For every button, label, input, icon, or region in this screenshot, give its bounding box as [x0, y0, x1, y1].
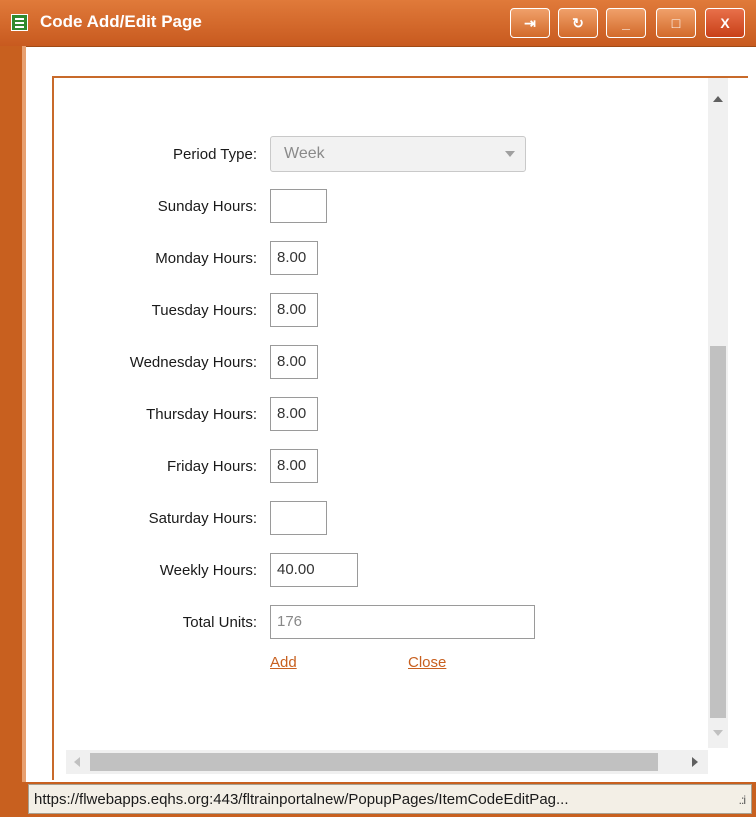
refresh-button[interactable]: ↻ [558, 8, 598, 38]
status-bar: https://flwebapps.eqhs.org:443/fltrainpo… [0, 782, 756, 817]
refresh-icon: ↻ [572, 15, 584, 31]
weekly-hours-label: Weekly Hours: [159, 562, 257, 579]
pin-button[interactable]: ⇥ [510, 8, 550, 38]
friday-hours-label: Friday Hours: [166, 458, 257, 475]
horizontal-scrollbar[interactable] [66, 750, 708, 774]
add-link[interactable]: Add [270, 654, 297, 671]
content-frame [52, 76, 748, 780]
window-border-left [0, 46, 26, 782]
status-url: https://flwebapps.eqhs.org:443/fltrainpo… [34, 791, 569, 808]
scroll-up-icon[interactable] [713, 96, 723, 102]
popup-window: Code Add/Edit Page ⇥ ↻ _ □ X Period Type… [0, 0, 756, 817]
scroll-down-icon[interactable] [713, 730, 723, 736]
total-units-label: Total Units: [182, 614, 257, 631]
close-window-button[interactable]: X [705, 8, 745, 38]
period-type-value: Week [284, 145, 325, 162]
weekly-hours-input[interactable]: 40.00 [270, 553, 358, 587]
scroll-left-icon[interactable] [74, 757, 80, 767]
scroll-right-icon[interactable] [692, 757, 698, 767]
vertical-scrollbar[interactable] [708, 78, 728, 748]
status-bar-panel: https://flwebapps.eqhs.org:443/fltrainpo… [28, 784, 752, 814]
monday-hours-input[interactable]: 8.00 [270, 241, 318, 275]
total-units-input[interactable]: 176 [270, 605, 535, 639]
close-link[interactable]: Close [408, 654, 446, 671]
wednesday-hours-label: Wednesday Hours: [129, 354, 257, 371]
thursday-hours-label: Thursday Hours: [146, 406, 257, 423]
monday-hours-label: Monday Hours: [155, 250, 257, 267]
pin-icon: ⇥ [524, 15, 536, 31]
saturday-hours-input[interactable] [270, 501, 327, 535]
maximize-button[interactable]: □ [656, 8, 696, 38]
window-title: Code Add/Edit Page [40, 12, 202, 31]
thursday-hours-input[interactable]: 8.00 [270, 397, 318, 431]
maximize-icon: □ [671, 15, 681, 31]
title-bar[interactable]: Code Add/Edit Page ⇥ ↻ _ □ X [0, 0, 756, 47]
friday-hours-input[interactable]: 8.00 [270, 449, 318, 483]
tuesday-hours-label: Tuesday Hours: [151, 302, 257, 319]
resize-grip-icon[interactable]: .:i [739, 793, 746, 807]
period-type-select[interactable]: Week [270, 136, 526, 172]
saturday-hours-label: Saturday Hours: [148, 510, 257, 527]
horizontal-scroll-thumb[interactable] [90, 753, 658, 771]
sunday-hours-input[interactable] [270, 189, 327, 223]
chevron-down-icon [505, 151, 515, 157]
wednesday-hours-input[interactable]: 8.00 [270, 345, 318, 379]
minimize-button[interactable]: _ [606, 8, 646, 38]
page-icon [11, 14, 28, 31]
minimize-icon: _ [622, 15, 630, 31]
tuesday-hours-input[interactable]: 8.00 [270, 293, 318, 327]
vertical-scroll-thumb[interactable] [710, 346, 726, 718]
close-icon: X [720, 15, 730, 31]
period-type-label: Period Type: [173, 146, 257, 163]
sunday-hours-label: Sunday Hours: [157, 198, 257, 215]
